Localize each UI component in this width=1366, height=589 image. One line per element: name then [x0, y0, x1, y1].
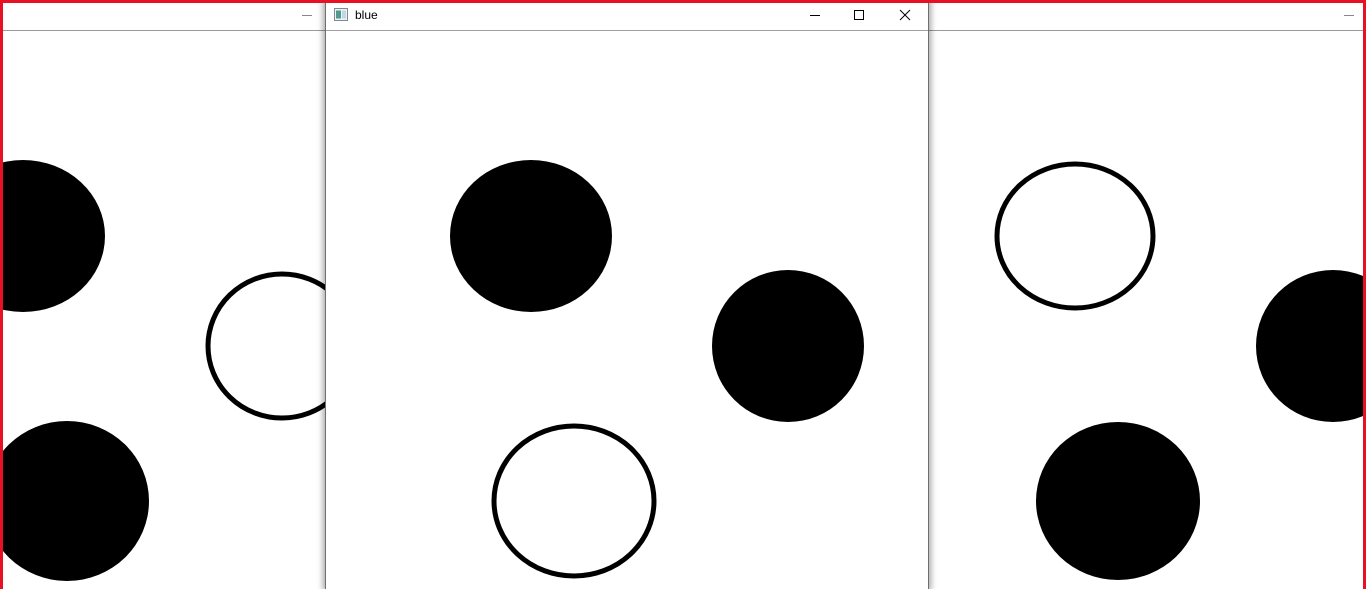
circle-outline [994, 161, 1156, 311]
app-window-icon [334, 8, 348, 21]
circle-filled [0, 160, 105, 312]
window-left-canvas [0, 31, 330, 589]
window-blue-canvas [326, 31, 928, 589]
window-left-titlebar[interactable] [0, 0, 330, 31]
close-icon [899, 9, 911, 21]
circle-filled [712, 270, 864, 422]
circle-outline [491, 423, 657, 579]
circle-filled [1036, 422, 1200, 580]
desktop-screen: blue [0, 0, 1366, 589]
circle-outline [205, 271, 330, 421]
window-title: blue [355, 8, 378, 22]
window-right-titlebar[interactable] [926, 0, 1366, 31]
window-blue[interactable]: blue [325, 0, 929, 589]
circle-filled [1256, 270, 1366, 422]
minimize-icon [302, 15, 312, 16]
circle-filled [0, 421, 149, 581]
minimize-icon [810, 15, 820, 16]
window-right[interactable] [926, 0, 1366, 589]
window-left[interactable] [0, 0, 330, 589]
maximize-icon [854, 10, 864, 20]
circle-filled [450, 160, 612, 312]
maximize-button[interactable] [837, 0, 883, 30]
minimize-button[interactable] [792, 0, 838, 30]
window-right-minimize-button[interactable] [1336, 0, 1366, 30]
window-right-canvas [926, 31, 1366, 589]
window-blue-titlebar[interactable]: blue [326, 0, 928, 31]
close-button[interactable] [882, 0, 928, 30]
window-left-minimize-button[interactable] [284, 0, 330, 30]
minimize-icon [1344, 15, 1354, 16]
